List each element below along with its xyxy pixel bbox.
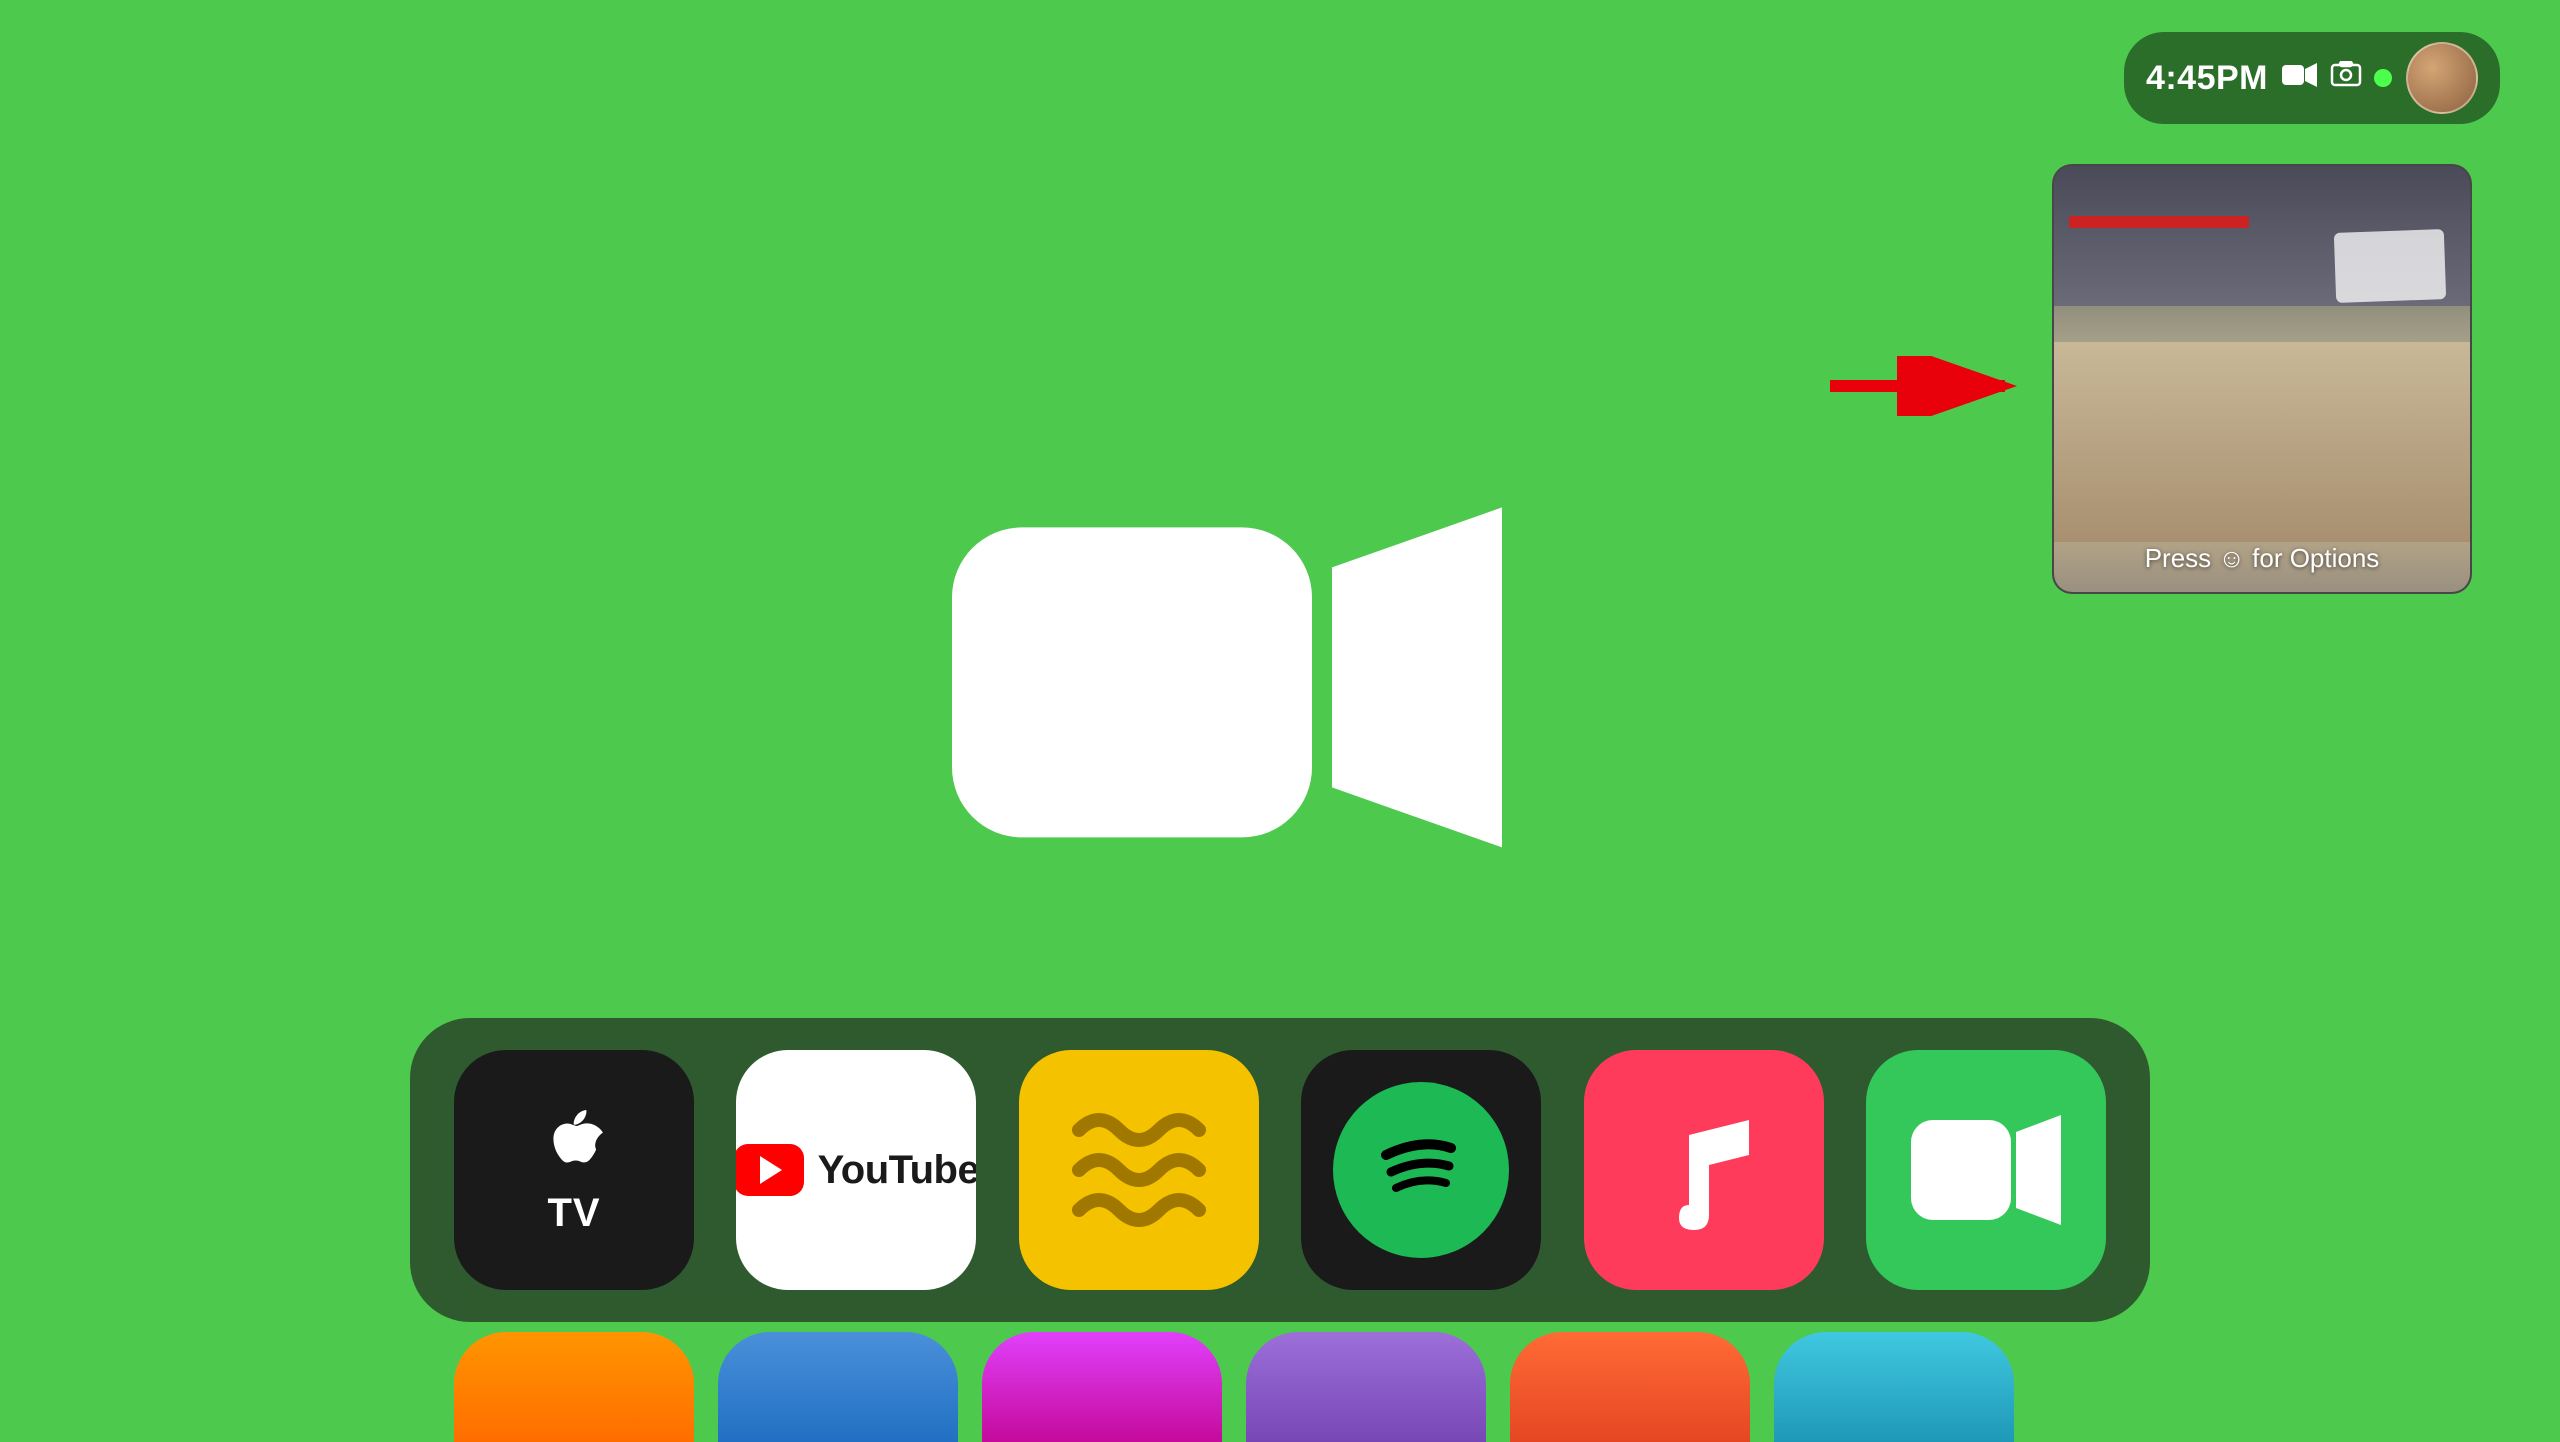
youtube-play-triangle [760, 1156, 782, 1184]
dock: TV YouTube [410, 1018, 2150, 1322]
status-time: 4:45PM [2146, 59, 2268, 98]
bottom-app-3[interactable] [982, 1332, 1222, 1442]
dock-app-waves[interactable] [1019, 1050, 1259, 1290]
facetime-camera-shape [932, 497, 1512, 877]
screenshot-icon [2330, 61, 2362, 96]
status-bar: 4:45PM [2124, 32, 2500, 124]
facetime-dock-icon [1906, 1110, 2066, 1230]
video-camera-icon [2282, 62, 2318, 95]
dock-app-apple-tv[interactable]: TV [454, 1050, 694, 1290]
bottom-app-6[interactable] [1774, 1332, 2014, 1442]
spotify-icon [1371, 1120, 1471, 1220]
avatar [2406, 42, 2478, 114]
bottom-app-1[interactable] [454, 1332, 694, 1442]
preview-options-text: Press ☺ for Options [2054, 543, 2470, 574]
youtube-label: YouTube [818, 1148, 977, 1193]
youtube-play-icon [736, 1144, 803, 1196]
spotify-circle [1333, 1082, 1509, 1258]
status-pill: 4:45PM [2124, 32, 2500, 124]
facetime-main-icon [932, 477, 1512, 897]
red-arrow [1830, 356, 2030, 416]
preview-red-frame [2069, 216, 2249, 228]
bottom-app-2[interactable] [718, 1332, 958, 1442]
preview-window: Press ☺ for Options [2052, 164, 2472, 594]
bottom-app-row [410, 1332, 2150, 1442]
bottom-app-5[interactable] [1510, 1332, 1750, 1442]
green-dot-indicator [2374, 69, 2392, 87]
preview-floor [2054, 342, 2470, 542]
preview-white-card [2334, 229, 2446, 303]
dock-app-music[interactable] [1584, 1050, 1824, 1290]
waves-icon [1059, 1090, 1219, 1250]
dock-app-spotify[interactable] [1301, 1050, 1541, 1290]
status-icons [2282, 61, 2392, 96]
apple-tv-label: TV [547, 1191, 600, 1236]
preview-content: Press ☺ for Options [2054, 166, 2470, 592]
youtube-inner: YouTube [736, 1144, 976, 1196]
music-icon [1634, 1100, 1774, 1240]
dock-app-facetime[interactable] [1866, 1050, 2106, 1290]
dock-app-youtube[interactable]: YouTube [736, 1050, 976, 1290]
apple-logo-icon [542, 1105, 606, 1183]
bottom-app-4[interactable] [1246, 1332, 1486, 1442]
apple-tv-logo: TV [542, 1105, 606, 1236]
